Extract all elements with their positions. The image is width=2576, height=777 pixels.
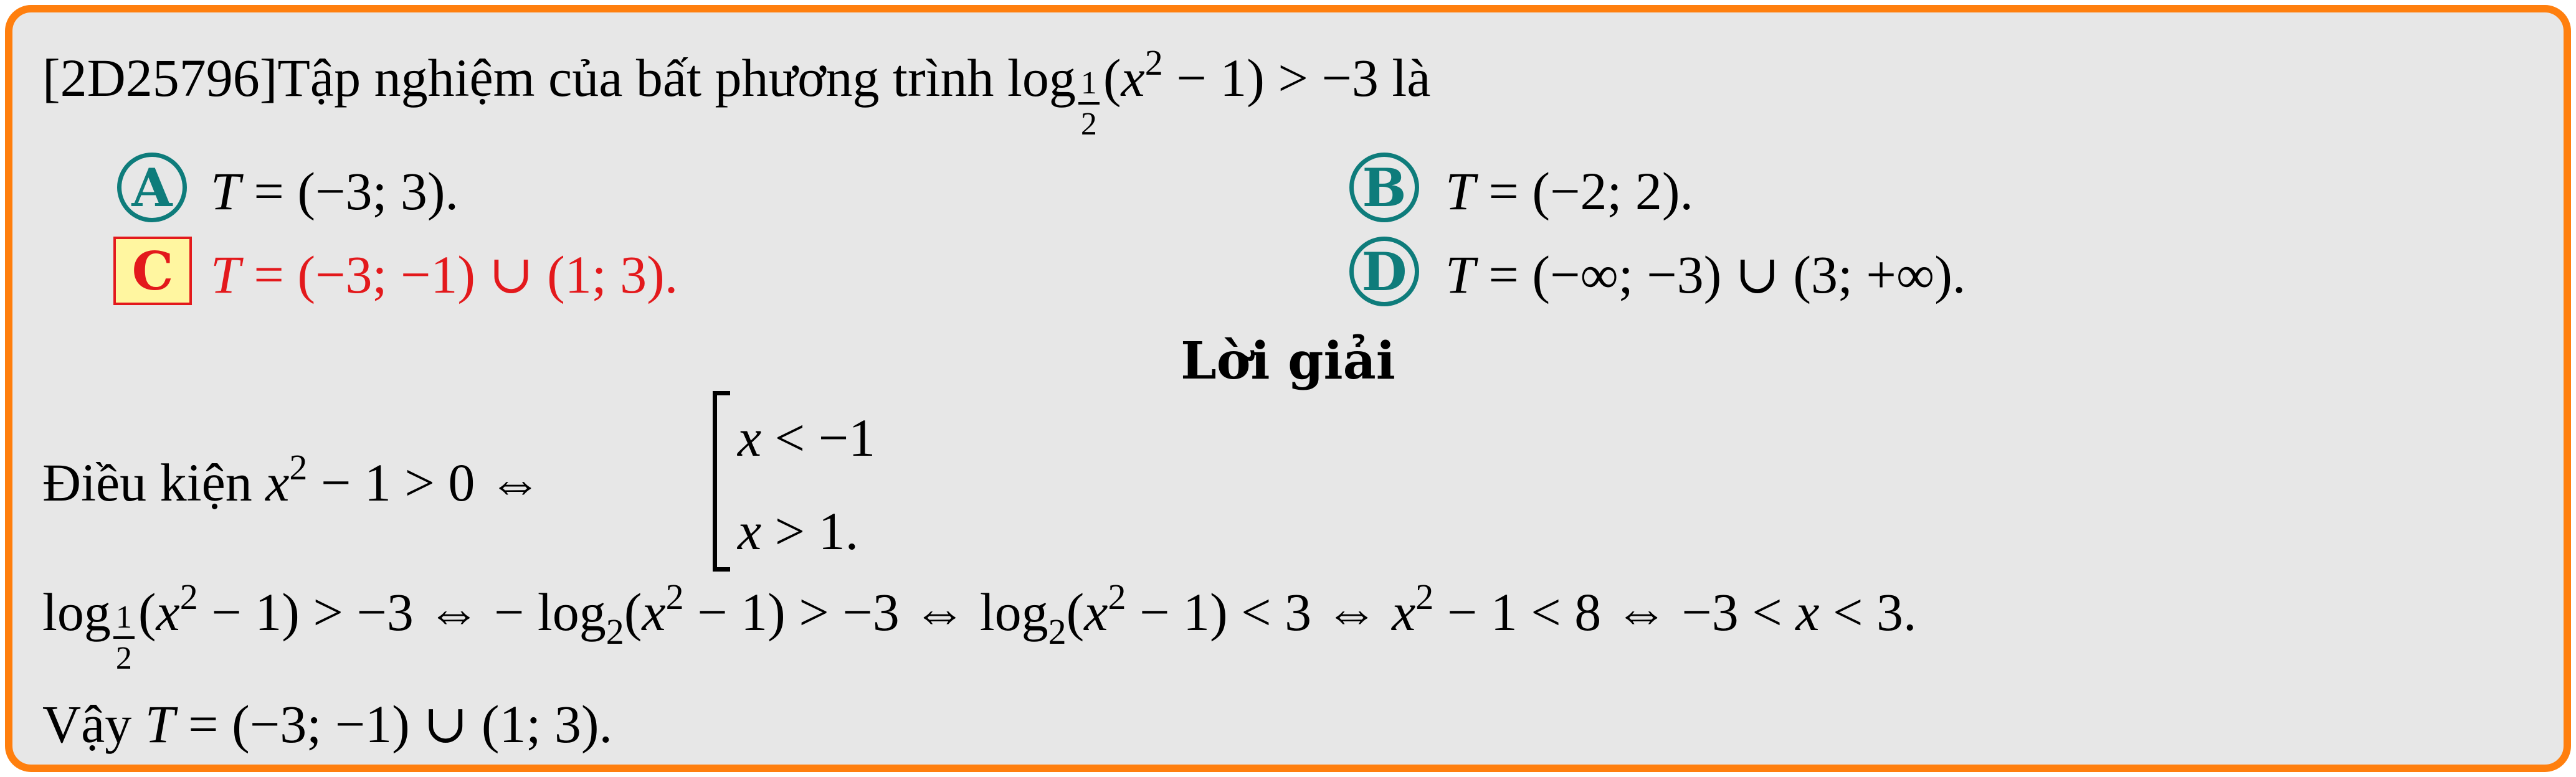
case-1: x < −1 [738,408,876,468]
case-2: x > 1. [738,501,859,561]
solution-line-2: log 1 2 (x2 − 1) > −3 ⇔ − log2(x2 − 1) > −3… [42,577,1917,676]
option-c-badge[interactable]: C [113,237,192,305]
question-code: [2D25796] [42,48,278,108]
option-c-text[interactable]: T = (−3; −1) ∪ (1; 3). [211,248,678,301]
option-b-badge[interactable]: B [1349,153,1419,222]
condition-line: Điều kiện x2 − 1 > 0 ⇔ [42,447,542,512]
conclusion-line: Vậy T = (−3; −1) ∪ (1; 3). [42,694,613,754]
option-d-badge[interactable]: D [1349,237,1419,306]
option-d-text[interactable]: T = (−∞; −3) ∪ (3; +∞). [1445,248,1965,301]
question-stem: Tập nghiệm của bất phương trình [277,48,994,108]
option-a-badge[interactable]: A [117,153,187,222]
option-a-text[interactable]: T = (−3; 3). [211,164,459,218]
case-bracket [713,391,730,572]
log-base-fraction: 12 [1078,67,1100,141]
solution-title: Lời giải [1181,331,1395,391]
question-line: [2D25796]Tập nghiệm của bất phương trình… [42,42,1431,142]
option-b-text[interactable]: T = (−2; 2). [1445,164,1693,218]
problem-card: [2D25796]Tập nghiệm của bất phương trình… [5,5,2571,772]
question-tail: > −3 là [1278,48,1431,108]
